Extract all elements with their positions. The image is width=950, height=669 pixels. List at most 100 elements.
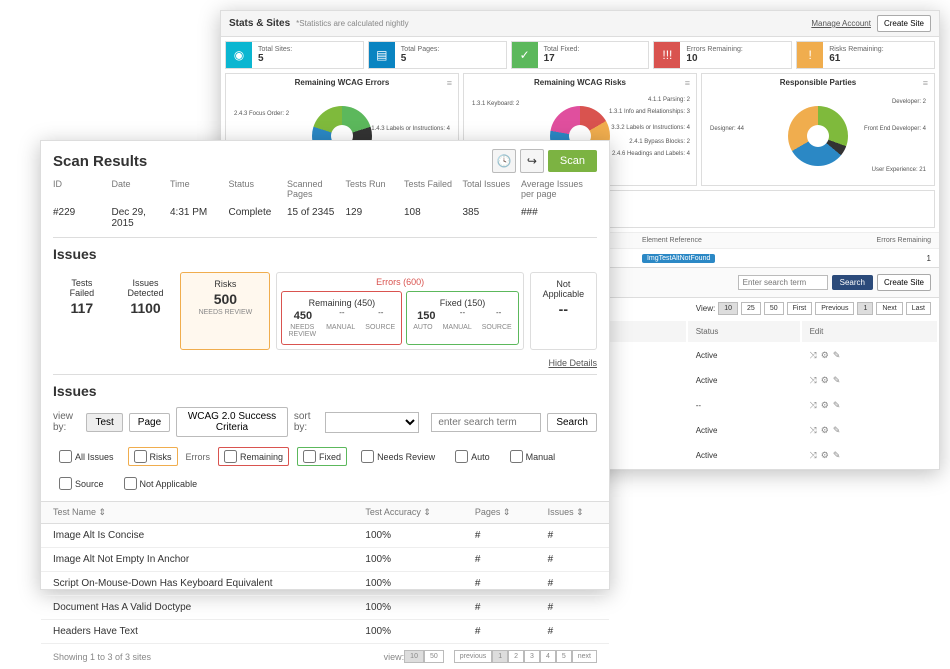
shuffle-icon[interactable]: ⤨ — [810, 450, 817, 461]
view-10[interactable]: 10 — [404, 650, 424, 663]
stat-cards: ◉Total Sites:5 ▤Total Pages:5 ✓Total Fix… — [221, 37, 939, 73]
alert-icon: !!! — [654, 42, 680, 68]
filter-fixed[interactable]: Fixed — [297, 447, 347, 466]
sites-search-button[interactable]: Search — [832, 275, 873, 290]
pager-2[interactable]: 2 — [508, 650, 524, 663]
edit-icon[interactable]: ✎ — [833, 450, 841, 461]
scan-results-title: Scan Results — [53, 153, 488, 170]
stat-errors-remaining: !!!Errors Remaining:10 — [653, 41, 792, 69]
pager-1[interactable]: 1 — [492, 650, 508, 663]
pager-prev[interactable]: Previous — [815, 302, 854, 315]
filter-checkboxes: All Issues Risks Errors Remaining Fixed … — [41, 443, 609, 501]
scan-results-panel: Scan Results 🕓 ↪ Scan ID Date Time Statu… — [40, 140, 610, 590]
filter-manual[interactable]: Manual — [504, 447, 562, 466]
edit-icon[interactable]: ✎ — [833, 425, 841, 436]
scan-button[interactable]: Scan — [548, 150, 597, 172]
table-row[interactable]: Script On-Mouse-Down Has Keyboard Equiva… — [41, 572, 609, 596]
pager-first[interactable]: First — [787, 302, 813, 315]
edit-icon[interactable]: ✎ — [833, 375, 841, 386]
edit-icon[interactable]: ✎ — [833, 400, 841, 411]
filter-needs-review[interactable]: Needs Review — [355, 447, 441, 466]
pager-next[interactable]: Next — [876, 302, 902, 315]
view-50[interactable]: 50 — [424, 650, 444, 663]
na-box[interactable]: Not Applicable -- — [530, 272, 597, 350]
chart-menu-icon[interactable]: ≡ — [447, 78, 452, 88]
create-site-button-2[interactable]: Create Site — [877, 274, 931, 291]
table-row[interactable]: Headers Have Text100%## — [41, 620, 609, 644]
issues-list-title: Issues — [53, 383, 597, 399]
stats-title: Stats & Sites — [229, 18, 290, 29]
showing-text: Showing 1 to 3 of 3 sites — [53, 652, 151, 662]
edit-icon[interactable]: ✎ — [833, 350, 841, 361]
col-accuracy[interactable]: Test Accuracy ⇕ — [353, 502, 462, 524]
shuffle-icon[interactable]: ⤨ — [810, 425, 817, 436]
chart-menu-icon[interactable]: ≡ — [923, 78, 928, 88]
pager-prev[interactable]: previous — [454, 650, 492, 663]
stats-header: Stats & Sites *Statistics are calculated… — [221, 11, 939, 37]
col-test-name[interactable]: Test Name ⇕ — [41, 502, 353, 524]
element-badge[interactable]: ImgTestAltNotFound — [642, 254, 715, 263]
risks-box[interactable]: Risks 500 NEEDS REVIEW — [180, 272, 270, 350]
gear-icon[interactable]: ⚙ — [821, 350, 829, 361]
filter-remaining[interactable]: Remaining — [218, 447, 289, 466]
create-site-button[interactable]: Create Site — [877, 15, 931, 32]
table-row[interactable]: Document Has A Valid Doctype100%## — [41, 596, 609, 620]
gear-icon[interactable]: ⚙ — [821, 375, 829, 386]
sites-search-input[interactable] — [738, 275, 828, 290]
pie-chart — [788, 106, 848, 166]
warn-icon: ! — [797, 42, 823, 68]
check-icon: ✓ — [512, 42, 538, 68]
pager-last[interactable]: Last — [906, 302, 931, 315]
issues-title: Issues — [53, 246, 597, 262]
pager-next[interactable]: next — [572, 650, 597, 663]
shuffle-icon[interactable]: ⤨ — [810, 350, 817, 361]
filter-auto[interactable]: Auto — [449, 447, 496, 466]
shuffle-icon[interactable]: ⤨ — [810, 400, 817, 411]
issues-table: Test Name ⇕ Test Accuracy ⇕ Pages ⇕ Issu… — [41, 501, 609, 644]
table-row[interactable]: Image Alt Is Concise100%## — [41, 524, 609, 548]
globe-icon: ◉ — [226, 42, 252, 68]
filter-source[interactable]: Source — [53, 474, 110, 493]
hide-details-link[interactable]: Hide Details — [41, 358, 609, 374]
view-25[interactable]: 25 — [741, 302, 761, 315]
issues-search-input[interactable] — [431, 413, 541, 432]
tests-failed-box: Tests Failed 117 — [53, 272, 111, 350]
scan-meta-header: ID Date Time Status Scanned Pages Tests … — [53, 179, 597, 201]
issues-footer: Showing 1 to 3 of 3 sites view: 10 50 pr… — [41, 644, 609, 669]
pager-4[interactable]: 4 — [540, 650, 556, 663]
filter-risks[interactable]: Risks — [128, 447, 178, 466]
stat-total-sites: ◉Total Sites:5 — [225, 41, 364, 69]
stat-risks-remaining: !Risks Remaining:61 — [796, 41, 935, 69]
gear-icon[interactable]: ⚙ — [821, 425, 829, 436]
gear-icon[interactable]: ⚙ — [821, 450, 829, 461]
view-by-test[interactable]: Test — [86, 413, 122, 432]
history-icon[interactable]: 🕓 — [492, 149, 516, 173]
stats-subtitle: *Statistics are calculated nightly — [296, 19, 409, 28]
issues-summary: Tests Failed 117 Issues Detected 1100 Ri… — [41, 264, 609, 358]
col-issues[interactable]: Issues ⇕ — [536, 502, 609, 524]
share-icon[interactable]: ↪ — [520, 149, 544, 173]
chart-parties: ≡ Responsible Parties Developer: 2 Desig… — [701, 73, 935, 186]
pager-5[interactable]: 5 — [556, 650, 572, 663]
pager-1[interactable]: 1 — [857, 302, 873, 315]
shuffle-icon[interactable]: ⤨ — [810, 375, 817, 386]
manage-account-link[interactable]: Manage Account — [811, 19, 871, 28]
chart-menu-icon[interactable]: ≡ — [685, 78, 690, 88]
issues-detected-box: Issues Detected 1100 — [117, 272, 175, 350]
gear-icon[interactable]: ⚙ — [821, 400, 829, 411]
fixed-box[interactable]: Fixed (150) 150---- AUTOMANUALSOURCE — [406, 291, 518, 345]
remaining-box[interactable]: Remaining (450) 450---- NEEDS REVIEWMANU… — [281, 291, 402, 345]
issues-search-button[interactable]: Search — [547, 413, 597, 432]
col-pages[interactable]: Pages ⇕ — [463, 502, 536, 524]
view-50[interactable]: 50 — [764, 302, 784, 315]
filter-na[interactable]: Not Applicable — [118, 474, 204, 493]
pager-3[interactable]: 3 — [524, 650, 540, 663]
filter-all[interactable]: All Issues — [53, 447, 120, 466]
view-by-row: view by: Test Page WCAG 2.0 Success Crit… — [41, 401, 609, 443]
stat-total-fixed: ✓Total Fixed:17 — [511, 41, 650, 69]
view-by-page[interactable]: Page — [129, 413, 170, 432]
view-by-wcag[interactable]: WCAG 2.0 Success Criteria — [176, 407, 288, 437]
table-row[interactable]: Image Alt Not Empty In Anchor100%## — [41, 548, 609, 572]
sort-select[interactable] — [325, 412, 420, 433]
view-10[interactable]: 10 — [718, 302, 738, 315]
